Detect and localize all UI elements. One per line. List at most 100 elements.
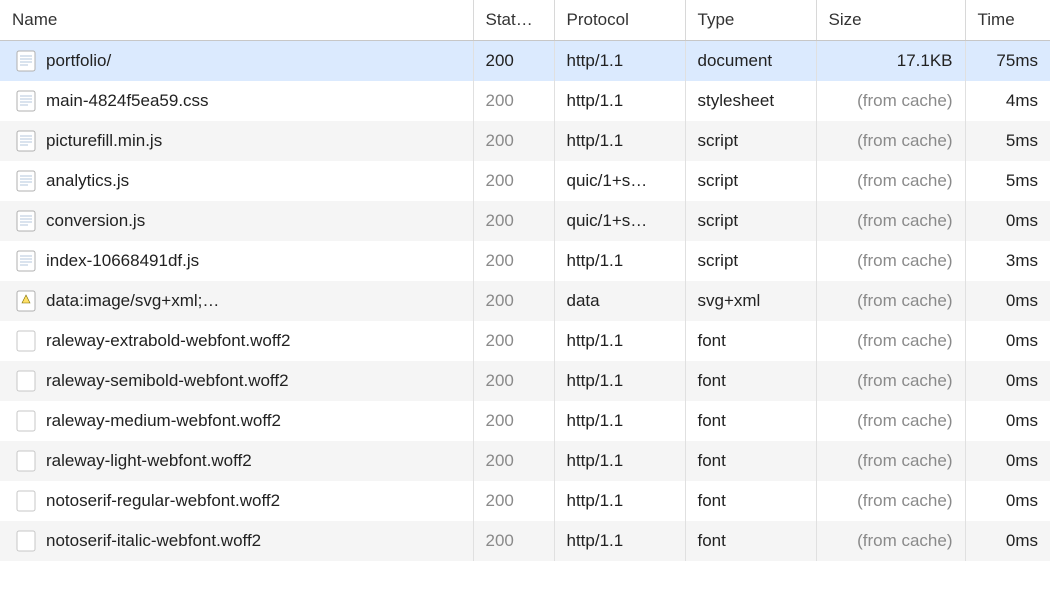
type-value: script: [685, 161, 816, 201]
type-value: font: [685, 521, 816, 561]
time-value: 3ms: [965, 241, 1050, 281]
protocol-value: http/1.1: [554, 241, 685, 281]
size-value: (from cache): [816, 321, 965, 361]
size-value: (from cache): [816, 121, 965, 161]
table-header-row: Name Stat… Protocol Type Size Time: [0, 0, 1050, 41]
table-row[interactable]: index-10668491df.js 200http/1.1script(fro…: [0, 241, 1050, 281]
column-header-name[interactable]: Name: [0, 0, 473, 41]
status-code: 200: [473, 521, 554, 561]
protocol-value: http/1.1: [554, 121, 685, 161]
file-type-icon: [16, 89, 36, 113]
time-value: 0ms: [965, 521, 1050, 561]
table-row[interactable]: raleway-light-webfont.woff2 200http/1.1fo…: [0, 441, 1050, 481]
protocol-value: http/1.1: [554, 441, 685, 481]
protocol-value: http/1.1: [554, 361, 685, 401]
time-value: 4ms: [965, 81, 1050, 121]
file-type-icon: [16, 129, 36, 153]
file-type-icon: [16, 289, 36, 313]
request-name: raleway-semibold-webfont.woff2: [46, 371, 289, 391]
protocol-value: http/1.1: [554, 321, 685, 361]
network-requests-table: Name Stat… Protocol Type Size Time portf…: [0, 0, 1050, 561]
request-name: raleway-light-webfont.woff2: [46, 451, 252, 471]
status-code: 200: [473, 41, 554, 81]
time-value: 0ms: [965, 281, 1050, 321]
type-value: script: [685, 241, 816, 281]
column-header-status[interactable]: Stat…: [473, 0, 554, 41]
status-code: 200: [473, 481, 554, 521]
time-value: 75ms: [965, 41, 1050, 81]
size-value: (from cache): [816, 521, 965, 561]
time-value: 0ms: [965, 361, 1050, 401]
request-name: picturefill.min.js: [46, 131, 162, 151]
status-code: 200: [473, 201, 554, 241]
protocol-value: http/1.1: [554, 521, 685, 561]
protocol-value: http/1.1: [554, 401, 685, 441]
status-code: 200: [473, 121, 554, 161]
protocol-value: quic/1+s…: [554, 201, 685, 241]
request-name: index-10668491df.js: [46, 251, 199, 271]
time-value: 0ms: [965, 201, 1050, 241]
request-name: data:image/svg+xml;…: [46, 291, 219, 311]
size-value: (from cache): [816, 481, 965, 521]
type-value: font: [685, 481, 816, 521]
table-row[interactable]: raleway-semibold-webfont.woff2200http/1.…: [0, 361, 1050, 401]
table-row[interactable]: notoserif-regular-webfont.woff2200http/1…: [0, 481, 1050, 521]
column-header-time[interactable]: Time: [965, 0, 1050, 41]
size-value: (from cache): [816, 441, 965, 481]
status-code: 200: [473, 321, 554, 361]
size-value: 17.1KB: [816, 41, 965, 81]
file-type-icon: [16, 449, 36, 473]
table-row[interactable]: notoserif-italic-webfont.woff2 200http/1.…: [0, 521, 1050, 561]
table-row[interactable]: portfolio/200http/1.1document17.1KB75ms: [0, 41, 1050, 81]
table-row[interactable]: raleway-medium-webfont.woff2 200http/1.1f…: [0, 401, 1050, 441]
table-row[interactable]: picturefill.min.js 200http/1.1script(from…: [0, 121, 1050, 161]
file-type-icon: [16, 489, 36, 513]
status-code: 200: [473, 441, 554, 481]
size-value: (from cache): [816, 401, 965, 441]
type-value: document: [685, 41, 816, 81]
file-type-icon: [16, 49, 36, 73]
file-type-icon: [16, 529, 36, 553]
table-row[interactable]: conversion.js200quic/1+s…script(from cac…: [0, 201, 1050, 241]
table-row[interactable]: raleway-extrabold-webfont.woff2 200http/1…: [0, 321, 1050, 361]
file-type-icon: [16, 409, 36, 433]
status-code: 200: [473, 241, 554, 281]
column-header-size[interactable]: Size: [816, 0, 965, 41]
size-value: (from cache): [816, 241, 965, 281]
time-value: 0ms: [965, 321, 1050, 361]
column-header-type[interactable]: Type: [685, 0, 816, 41]
table-row[interactable]: analytics.js 200quic/1+s…script(from cach…: [0, 161, 1050, 201]
type-value: font: [685, 401, 816, 441]
time-value: 0ms: [965, 481, 1050, 521]
request-name: portfolio/: [46, 51, 111, 71]
time-value: 0ms: [965, 401, 1050, 441]
type-value: font: [685, 441, 816, 481]
table-row[interactable]: main-4824f5ea59.css200http/1.1stylesheet…: [0, 81, 1050, 121]
protocol-value: http/1.1: [554, 81, 685, 121]
request-name: conversion.js: [46, 211, 145, 231]
time-value: 5ms: [965, 121, 1050, 161]
status-code: 200: [473, 81, 554, 121]
size-value: (from cache): [816, 161, 965, 201]
file-type-icon: [16, 169, 36, 193]
type-value: script: [685, 121, 816, 161]
type-value: font: [685, 321, 816, 361]
request-name: notoserif-regular-webfont.woff2: [46, 491, 280, 511]
file-type-icon: [16, 369, 36, 393]
file-type-icon: [16, 209, 36, 233]
size-value: (from cache): [816, 81, 965, 121]
time-value: 0ms: [965, 441, 1050, 481]
type-value: font: [685, 361, 816, 401]
table-row[interactable]: data:image/svg+xml;…200datasvg+xml(from …: [0, 281, 1050, 321]
request-name: raleway-medium-webfont.woff2: [46, 411, 281, 431]
type-value: script: [685, 201, 816, 241]
status-code: 200: [473, 161, 554, 201]
request-name: analytics.js: [46, 171, 129, 191]
request-name: main-4824f5ea59.css: [46, 91, 209, 111]
status-code: 200: [473, 401, 554, 441]
request-name: notoserif-italic-webfont.woff2: [46, 531, 261, 551]
column-header-protocol[interactable]: Protocol: [554, 0, 685, 41]
protocol-value: quic/1+s…: [554, 161, 685, 201]
request-name: raleway-extrabold-webfont.woff2: [46, 331, 290, 351]
protocol-value: http/1.1: [554, 41, 685, 81]
